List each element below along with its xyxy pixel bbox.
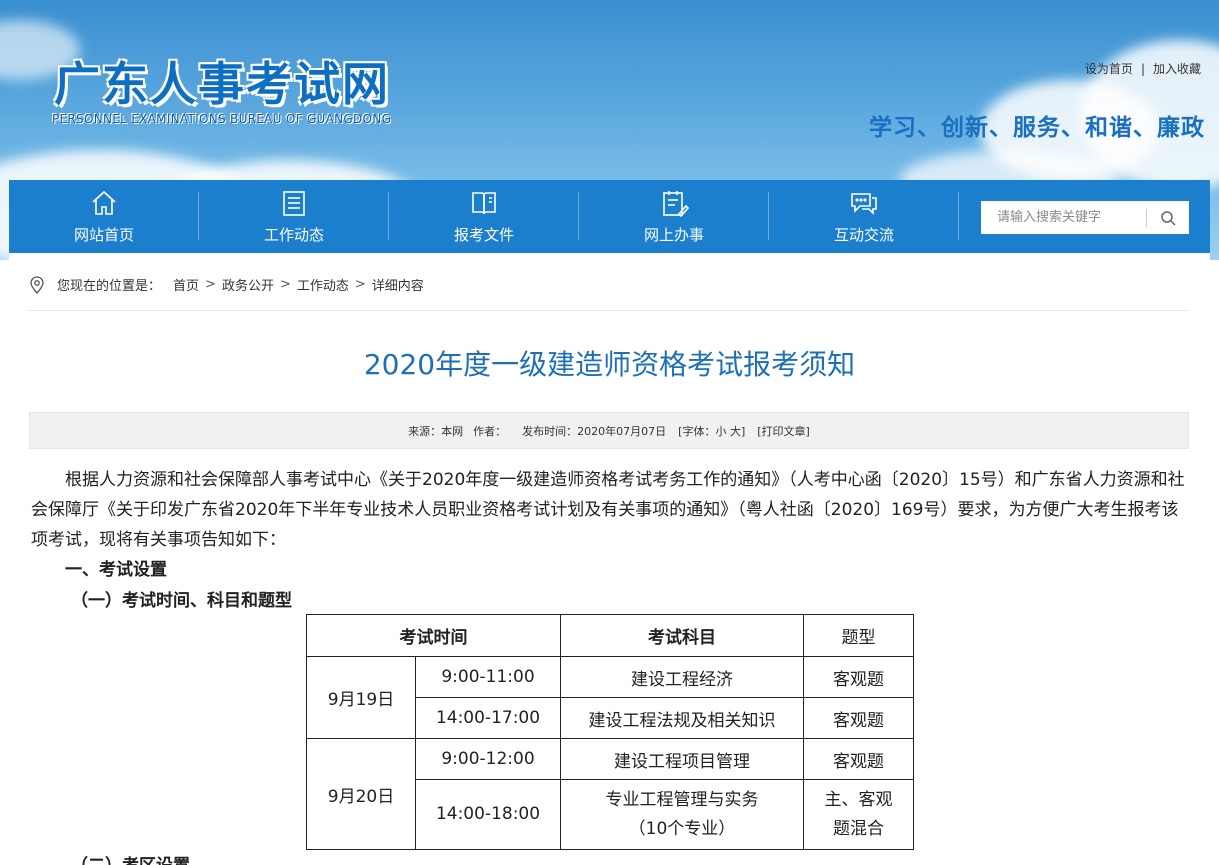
site-logo-subtitle: PERSONNEL EXAMINATIONS BUREAU OF GUANGDO…: [52, 112, 392, 126]
main-nav: 网站首页 工作动态 报考文件 网上办事 互动交流: [9, 180, 1210, 253]
breadcrumb-separator: >: [354, 277, 366, 292]
table-row: 9月19日 9:00-11:00 建设工程经济 客观题: [306, 656, 914, 739]
add-favorite-link[interactable]: 加入收藏: [1153, 60, 1201, 77]
table-cell-type: 客观题: [803, 738, 914, 780]
table-cell-time: 14:00-17:00: [415, 697, 561, 739]
nav-item-online-services[interactable]: 网上办事: [579, 180, 769, 253]
table-cell-time: 9:00-11:00: [415, 656, 561, 698]
article-intro: 根据人力资源和社会保障部人事考试中心《关于2020年度一级建造师资格考试考务工作…: [31, 470, 1185, 550]
table-header-row: 考试时间 考试科目 题型: [306, 614, 914, 657]
nav-item-news[interactable]: 工作动态: [199, 180, 389, 253]
breadcrumb-separator: >: [279, 277, 291, 292]
breadcrumb-home[interactable]: 首页: [173, 275, 199, 294]
meta-source: 来源：本网: [408, 424, 464, 438]
table-cell-type: 客观题: [803, 697, 914, 739]
table-cell-subject: 建设工程法规及相关知识: [560, 697, 804, 739]
home-icon: [92, 190, 116, 215]
breadcrumb: 您现在的位置是： 首页 > 政务公开 > 工作动态 > 详细内容: [29, 275, 424, 294]
top-links-separator: |: [1140, 61, 1145, 76]
section-heading-1-2: （二）考区设置: [71, 851, 190, 865]
search-box: [981, 201, 1189, 234]
table-header-type: 题型: [803, 614, 914, 657]
breadcrumb-work-news[interactable]: 工作动态: [297, 275, 349, 294]
meta-author: 作者：: [473, 424, 507, 438]
table-header-subject: 考试科目: [560, 614, 804, 657]
set-homepage-link[interactable]: 设为首页: [1085, 60, 1133, 77]
nav-item-label: 报考文件: [453, 226, 514, 244]
chat-icon: [851, 193, 877, 215]
search-icon: [1161, 210, 1176, 226]
table-cell-type: 主、客观题混合: [803, 779, 914, 850]
breadcrumb-separator: >: [205, 277, 216, 292]
table-row: 9月20日 9:00-12:00 建设工程项目管理 客观题: [306, 738, 914, 850]
breadcrumb-current: 详细内容: [371, 279, 424, 294]
table-header-time: 考试时间: [306, 614, 561, 657]
table-cell-date: 9月20日: [306, 738, 416, 850]
top-links: 设为首页 | 加入收藏: [1085, 60, 1201, 77]
section-heading-1-1: （一）考试时间、科目和题型: [71, 591, 292, 611]
table-cell-type: 客观题: [803, 656, 914, 698]
table-cell-subject: 专业工程管理与实务（10个专业）: [560, 779, 804, 850]
nav-item-interaction[interactable]: 互动交流: [769, 180, 959, 253]
nav-item-label: 网上办事: [643, 226, 704, 244]
nav-item-label: 网站首页: [73, 226, 134, 244]
site-logo-title[interactable]: 广东人事考试网: [54, 48, 390, 114]
nav-item-documents[interactable]: 报考文件: [389, 180, 579, 253]
article-meta: 来源：本网 作者： 发布时间：2020年07月07日 [字体：小 大] [打印文…: [29, 412, 1189, 449]
breadcrumb-prefix: 您现在的位置是：: [57, 279, 162, 294]
table-cell-time: 9:00-12:00: [415, 738, 561, 780]
breadcrumb-gov-affairs[interactable]: 政务公开: [222, 275, 274, 294]
font-size-toggle[interactable]: [字体：小 大]: [678, 423, 745, 439]
table-cell-subject: 建设工程项目管理: [560, 738, 804, 780]
search-input[interactable]: [981, 201, 1146, 234]
table-cell-date: 9月19日: [306, 656, 416, 739]
section-heading-1: 一、考试设置: [65, 560, 167, 580]
book-icon: [472, 192, 496, 215]
search-button[interactable]: [1147, 210, 1189, 226]
nav-item-label: 工作动态: [263, 226, 324, 244]
clipboard-edit-icon: [663, 191, 689, 218]
print-article-link[interactable]: [打印文章]: [757, 423, 810, 439]
breadcrumb-divider: [29, 310, 1189, 311]
table-cell-subject: 建设工程经济: [560, 656, 804, 698]
content-area: 您现在的位置是： 首页 > 政务公开 > 工作动态 > 详细内容 2020年度一…: [9, 253, 1210, 865]
location-pin-icon: [30, 275, 44, 294]
site-slogan: 学习、创新、服务、和谐、廉政: [869, 115, 1205, 141]
nav-item-home[interactable]: 网站首页: [9, 180, 199, 253]
exam-schedule-table: 考试时间 考试科目 题型 9月19日 9:00-11:00 建设工程经济 客观题…: [306, 614, 914, 850]
article-title: 2020年度一级建造师资格考试报考须知: [363, 348, 856, 381]
meta-date: 发布时间：2020年07月07日: [522, 424, 667, 438]
nav-item-label: 互动交流: [833, 226, 894, 244]
table-cell-time: 14:00-18:00: [415, 779, 561, 850]
list-icon: [283, 191, 305, 216]
